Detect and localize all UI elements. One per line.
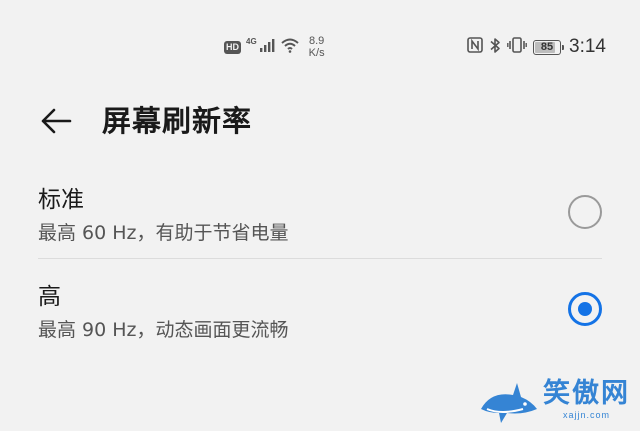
option-description: 最高 90 Hz，动态画面更流畅 <box>38 319 289 341</box>
refresh-rate-options: 标准 最高 60 Hz，有助于节省电量 高 最高 90 Hz，动态画面更流畅 <box>0 170 640 355</box>
option-description: 最高 60 Hz，有助于节省电量 <box>38 222 289 244</box>
battery-icon: 85 <box>533 39 565 55</box>
radio-button-high[interactable] <box>568 292 602 326</box>
status-bar-right: 85 3:14 <box>467 36 606 58</box>
nfc-icon <box>467 37 483 57</box>
status-bar-left: HD 4G 8.9 K/s <box>224 35 325 59</box>
option-standard[interactable]: 标准 最高 60 Hz，有助于节省电量 <box>0 170 640 258</box>
status-bar: HD 4G 8.9 K/s 85 3:14 <box>0 0 640 92</box>
watermark-text: 笑傲网 xajjn.com <box>543 378 630 421</box>
speed-unit: K/s <box>308 47 325 59</box>
speed-value: 8.9 <box>308 35 325 47</box>
arrow-left-icon <box>39 107 73 139</box>
radio-button-standard[interactable] <box>568 195 602 229</box>
divider <box>38 258 602 259</box>
network-generation: 4G <box>246 37 257 46</box>
option-title: 标准 <box>38 187 84 213</box>
wifi-icon <box>280 37 300 57</box>
shark-logo-icon <box>477 379 539 429</box>
network-speed: 8.9 K/s <box>309 35 325 59</box>
watermark-name: 笑傲网 <box>543 378 630 409</box>
watermark-domain: xajjn.com <box>562 410 610 420</box>
option-title: 高 <box>38 284 61 310</box>
option-high[interactable]: 高 最高 90 Hz，动态画面更流畅 <box>0 267 640 355</box>
hd-badge: HD <box>224 40 241 54</box>
back-button[interactable] <box>36 103 76 143</box>
signal-icon <box>259 37 275 57</box>
bluetooth-icon <box>489 37 501 58</box>
page-title: 屏幕刷新率 <box>102 104 253 138</box>
title-bar: 屏幕刷新率 <box>0 92 640 152</box>
watermark: 笑傲网 xajjn.com <box>477 379 630 429</box>
battery-level: 85 <box>540 41 554 53</box>
clock: 3:14 <box>569 36 606 57</box>
vibrate-icon <box>507 37 527 57</box>
